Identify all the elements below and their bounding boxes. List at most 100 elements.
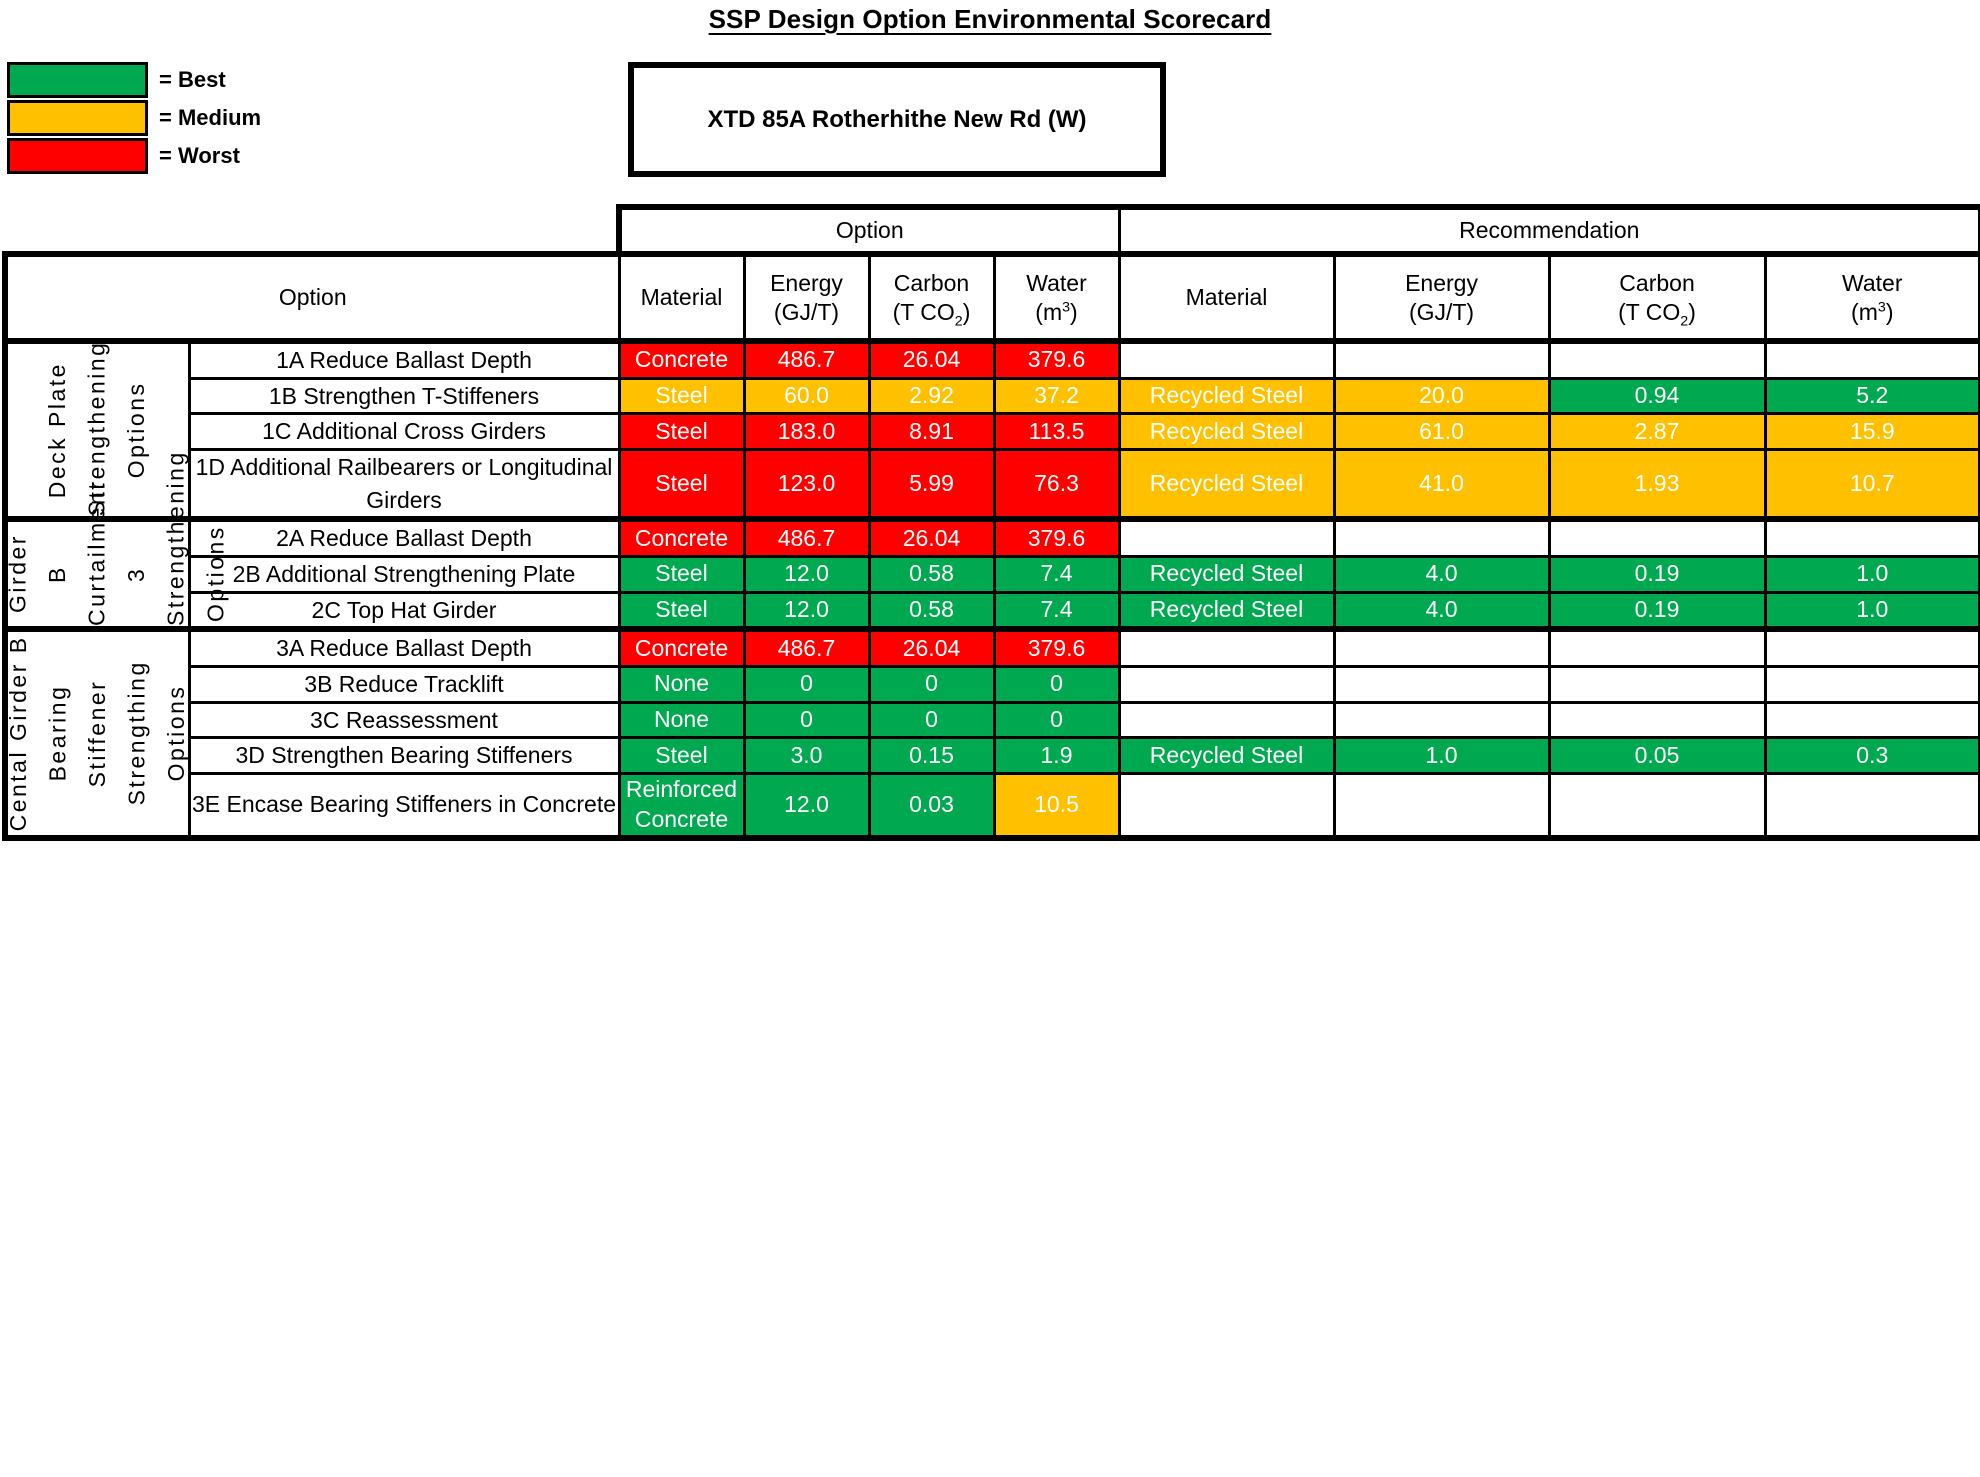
cell-opt-energy: 486.7 [742, 517, 871, 558]
cell-opt-carbon: 5.99 [867, 447, 996, 523]
cell-rec-energy [1332, 517, 1551, 558]
cell-rec-carbon: 0.19 [1547, 590, 1767, 633]
option-name-cell: 1C Additional Cross Girders [187, 412, 621, 451]
cell-opt-water: 379.6 [992, 627, 1121, 668]
cell-rec-material: Recycled Steel [1117, 447, 1336, 523]
cell-rec-carbon [1547, 664, 1767, 704]
cell-opt-carbon: 8.91 [867, 412, 996, 451]
cell-rec-carbon [1547, 700, 1767, 740]
legend-label-best: = Best [159, 67, 226, 92]
cell-rec-carbon [1547, 771, 1767, 841]
cell-opt-material: Reinforced Concrete [617, 771, 746, 841]
column-header-opt-carbon: Carbon (T CO2) [867, 251, 996, 343]
cell-opt-energy: 12.0 [742, 590, 871, 633]
table-row: 1D Additional Railbearers or Longitudina… [5, 447, 1980, 523]
cell-rec-material [1117, 664, 1336, 704]
option-name-cell: 2B Additional Strengthening Plate [187, 554, 621, 594]
group-header-option: Option [615, 204, 1121, 256]
cell-rec-material [1117, 337, 1336, 380]
cell-opt-material: Steel [617, 412, 746, 451]
cell-opt-carbon: 0.03 [867, 771, 996, 841]
cell-opt-energy: 60.0 [742, 376, 871, 416]
cell-opt-carbon: 26.04 [867, 627, 996, 668]
cell-rec-water: 5.2 [1763, 376, 1980, 416]
cell-rec-material [1117, 771, 1336, 841]
option-name-cell: 3B Reduce Tracklift [187, 664, 621, 704]
cell-opt-carbon: 26.04 [867, 517, 996, 558]
column-header-rec-water: Water (m3) [1763, 251, 1980, 343]
asset-name-box: XTD 85A Rotherhithe New Rd (W) [628, 62, 1166, 177]
legend: = Best = Medium = Worst [7, 62, 337, 176]
column-header-rec-material: Material [1117, 251, 1336, 343]
cell-opt-material: Steel [617, 376, 746, 416]
cell-rec-material: Recycled Steel [1117, 376, 1336, 416]
table-row: 1C Additional Cross Girders Steel 183.0 8.9… [5, 412, 1980, 451]
cell-rec-water [1763, 700, 1980, 740]
asset-name: XTD 85A Rotherhithe New Rd (W) [707, 105, 1087, 133]
cell-opt-energy: 12.0 [742, 771, 871, 841]
cell-opt-water: 7.4 [992, 590, 1121, 633]
legend-item-worst: = Worst [7, 138, 337, 174]
cell-rec-carbon: 0.05 [1547, 736, 1767, 775]
cell-opt-carbon: 26.04 [867, 337, 996, 380]
cell-opt-material: None [617, 700, 746, 740]
cell-rec-water: 15.9 [1763, 412, 1980, 451]
group-header-row: Option Recommendation [5, 204, 1980, 256]
page-title: SSP Design Option Environmental Scorecar… [708, 4, 1272, 34]
option-name-cell: 3E Encase Bearing Stiffeners in Concrete [187, 771, 621, 841]
column-header-opt-energy: Energy (GJ/T) [742, 251, 871, 343]
scorecard-table: Option Recommendation Option Material Energy… [2, 204, 1980, 841]
cell-opt-energy: 0 [742, 664, 871, 704]
cell-opt-material: Steel [617, 736, 746, 775]
cell-rec-material [1117, 627, 1336, 668]
cell-opt-energy: 486.7 [742, 627, 871, 668]
legend-label-worst: = Worst [159, 143, 240, 168]
cell-rec-energy: 4.0 [1332, 554, 1551, 594]
cell-rec-energy: 41.0 [1332, 447, 1551, 523]
column-header-row: Option Material Energy (GJ/T) Carbon (T CO2) W… [2, 251, 1980, 343]
cell-rec-water [1763, 627, 1980, 668]
cell-opt-water: 10.5 [992, 771, 1121, 841]
table-row: 2B Additional Strengthening Plate Steel 12… [5, 554, 1980, 594]
group-label-text: Cental Girder B Curtailment 3 Strengthen… [4, 450, 229, 627]
cell-rec-material: Recycled Steel [1117, 736, 1336, 775]
cell-opt-water: 76.3 [992, 447, 1121, 523]
option-name-cell: 2A Reduce Ballast Depth [187, 517, 621, 558]
cell-opt-energy: 12.0 [742, 554, 871, 594]
cell-rec-carbon [1547, 337, 1767, 380]
cell-opt-carbon: 0.58 [867, 554, 996, 594]
cell-opt-water: 113.5 [992, 412, 1121, 451]
cell-rec-energy: 61.0 [1332, 412, 1551, 451]
group-header-recommendation: Recommendation [1117, 204, 1980, 256]
cell-opt-material: Concrete [617, 517, 746, 558]
option-name-cell: 1B Strengthen T-Stiffeners [187, 376, 621, 416]
cell-rec-water: 10.7 [1763, 447, 1980, 523]
cell-rec-energy: 1.0 [1332, 736, 1551, 775]
cell-opt-material: Concrete [617, 627, 746, 668]
cell-opt-energy: 3.0 [742, 736, 871, 775]
cell-rec-energy [1332, 771, 1551, 841]
cell-rec-water [1763, 517, 1980, 558]
cell-rec-material: Recycled Steel [1117, 590, 1336, 633]
option-name-cell: 2C Top Hat Girder [187, 590, 621, 633]
table-row: 3D Strengthen Bearing Stiffeners Steel 3.0… [5, 736, 1980, 775]
cell-rec-water: 0.3 [1763, 736, 1980, 775]
cell-opt-water: 37.2 [992, 376, 1121, 416]
cell-opt-water: 1.9 [992, 736, 1121, 775]
option-name-cell: 3D Strengthen Bearing Stiffeners [187, 736, 621, 775]
table-row: Cental Girder B Bearing Stiffener Streng… [2, 627, 1980, 841]
cell-rec-carbon [1547, 517, 1767, 558]
cell-opt-energy: 183.0 [742, 412, 871, 451]
table-row: 3C Reassessment None 0 0 0 [5, 700, 1980, 740]
cell-opt-carbon: 0.58 [867, 590, 996, 633]
cell-opt-water: 379.6 [992, 337, 1121, 380]
legend-swatch-worst [7, 138, 148, 174]
group-label-2: Cental Girder B Curtailment 3 Strengthen… [2, 451, 229, 633]
cell-opt-energy: 123.0 [742, 447, 871, 523]
cell-opt-water: 7.4 [992, 554, 1121, 594]
cell-rec-material [1117, 700, 1336, 740]
cell-rec-water [1763, 771, 1980, 841]
cell-rec-carbon: 0.19 [1547, 554, 1767, 594]
column-header-opt-material: Material [617, 251, 746, 343]
cell-rec-water: 1.0 [1763, 554, 1980, 594]
